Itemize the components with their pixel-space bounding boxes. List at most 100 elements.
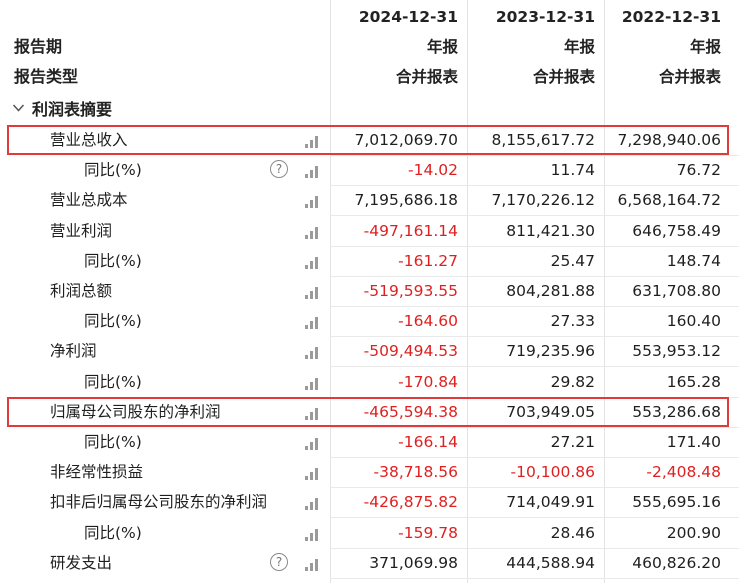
bar-chart-icon-bar xyxy=(305,174,308,178)
row-value: -161.27 xyxy=(398,252,458,270)
bar-chart-icon-bar xyxy=(310,261,313,269)
table-row[interactable]: 营业利润 -497,161.14 811,421.30 646,758.49 xyxy=(0,216,739,246)
row-label: 同比(%) xyxy=(84,373,142,391)
table-row[interactable]: 同比(%) -161.27 25.47 148.74 xyxy=(0,246,739,276)
bar-chart-icon-bar xyxy=(305,446,308,450)
bar-chart-icon-bar xyxy=(310,382,313,390)
highlight-box xyxy=(7,397,729,427)
row-value: 553,953.12 xyxy=(632,342,721,360)
header-date: 2024-12-31 xyxy=(358,8,458,26)
bar-chart-icon[interactable] xyxy=(305,557,321,571)
bar-chart-icon-bar xyxy=(305,506,308,510)
row-value: 631,708.80 xyxy=(632,282,721,300)
row-value: 165.28 xyxy=(666,373,721,391)
row-label: 同比(%) xyxy=(84,161,142,179)
bar-chart-icon-bar xyxy=(310,231,313,239)
bar-chart-icon[interactable] xyxy=(305,255,321,269)
row-value: 7,195,686.18 xyxy=(354,191,458,209)
bar-chart-icon-bar xyxy=(310,351,313,359)
row-value: 28.46 xyxy=(550,524,595,542)
bar-chart-icon-bar xyxy=(305,235,308,239)
bar-chart-icon-bar xyxy=(305,355,308,359)
help-icon[interactable]: ? xyxy=(270,553,288,571)
bar-chart-icon-bar xyxy=(315,529,318,541)
table-row[interactable]: 非经常性损益 -38,718.56 -10,100.86 -2,408.48 xyxy=(0,457,739,487)
bar-chart-icon[interactable] xyxy=(305,376,321,390)
row-label: 非经常性损益 xyxy=(50,463,144,481)
table-row[interactable]: 同比(%) -166.14 27.21 171.40 xyxy=(0,427,739,457)
bar-chart-icon[interactable] xyxy=(305,496,321,510)
row-value: 27.21 xyxy=(550,433,595,451)
chevron-down-icon[interactable] xyxy=(12,103,25,113)
bar-chart-icon-bar xyxy=(305,204,308,208)
table-row[interactable]: 同比(%) -159.78 28.46 200.90 xyxy=(0,518,739,548)
bar-chart-icon[interactable] xyxy=(305,225,321,239)
report-period: 年报 xyxy=(689,38,721,56)
header-type-row: 报告类型 合并报表 合并报表 合并报表 xyxy=(0,62,739,92)
row-value: -497,161.14 xyxy=(363,222,458,240)
bar-chart-icon-bar xyxy=(305,325,308,329)
bar-chart-icon[interactable] xyxy=(305,436,321,450)
header-date: 2022-12-31 xyxy=(621,8,721,26)
bar-chart-icon[interactable] xyxy=(305,285,321,299)
row-label: 同比(%) xyxy=(84,312,142,330)
table-row[interactable]: 同比(%) -170.84 29.82 165.28 xyxy=(0,367,739,397)
row-value: 76.72 xyxy=(676,161,721,179)
bar-chart-icon[interactable] xyxy=(305,194,321,208)
bar-chart-icon[interactable] xyxy=(305,315,321,329)
row-value: 444,588.94 xyxy=(506,554,595,572)
bar-chart-icon-bar xyxy=(305,476,308,480)
table-row[interactable]: 同比(%) -164.60 27.33 160.40 xyxy=(0,306,739,336)
bar-chart-icon[interactable] xyxy=(305,527,321,541)
help-icon[interactable]: ? xyxy=(270,160,288,178)
bar-chart-icon-bar xyxy=(310,533,313,541)
row-value: 160.40 xyxy=(666,312,721,330)
row-label: 同比(%) xyxy=(84,252,142,270)
bar-chart-icon[interactable] xyxy=(305,164,321,178)
row-value: -159.78 xyxy=(398,524,458,542)
section-title: 利润表摘要 xyxy=(32,100,113,119)
report-type: 合并报表 xyxy=(658,68,721,86)
report-period-label: 报告期 xyxy=(14,37,63,56)
table-row[interactable]: 利润总额 -519,593.55 804,281.88 631,708.80 xyxy=(0,276,739,306)
bar-chart-icon-bar xyxy=(315,347,318,359)
row-label: 营业总成本 xyxy=(50,191,128,209)
table-row[interactable]: 同比(%)? -14.02 11.74 76.72 xyxy=(0,155,739,185)
bar-chart-icon-bar xyxy=(315,317,318,329)
report-type: 合并报表 xyxy=(532,68,595,86)
bar-chart-icon-bar xyxy=(305,295,308,299)
row-value: -164.60 xyxy=(398,312,458,330)
row-label: 同比(%) xyxy=(84,524,142,542)
row-value: 804,281.88 xyxy=(506,282,595,300)
row-value: -170.84 xyxy=(398,373,458,391)
row-value: 719,235.96 xyxy=(506,342,595,360)
bar-chart-icon-bar xyxy=(315,468,318,480)
row-value: -166.14 xyxy=(398,433,458,451)
bar-chart-icon-bar xyxy=(310,170,313,178)
bar-chart-icon-bar xyxy=(305,567,308,571)
table-row[interactable]: 净利润 -509,494.53 719,235.96 553,953.12 xyxy=(0,336,739,366)
bar-chart-icon-bar xyxy=(315,438,318,450)
section-header[interactable]: 利润表摘要 xyxy=(0,95,739,125)
bar-chart-icon[interactable] xyxy=(305,345,321,359)
bar-chart-icon-bar xyxy=(305,537,308,541)
header-date: 2023-12-31 xyxy=(495,8,595,26)
report-type-label: 报告类型 xyxy=(14,67,79,86)
header-date-row: 2024-12-31 2023-12-31 2022-12-31 xyxy=(0,2,739,32)
row-value: -2,408.48 xyxy=(646,463,721,481)
bar-chart-icon-bar xyxy=(305,265,308,269)
bar-chart-icon-bar xyxy=(315,166,318,178)
bar-chart-icon-bar xyxy=(315,287,318,299)
bar-chart-icon-bar xyxy=(310,200,313,208)
row-value: 11.74 xyxy=(550,161,595,179)
table-row[interactable]: 研发支出? 371,069.98 444,588.94 460,826.20 xyxy=(0,548,739,578)
row-value: 460,826.20 xyxy=(632,554,721,572)
table-row[interactable]: 营业总成本 7,195,686.18 7,170,226.12 6,568,164.7… xyxy=(0,185,739,215)
bar-chart-icon-bar xyxy=(310,502,313,510)
row-value: -519,593.55 xyxy=(363,282,458,300)
table-row[interactable]: 扣非后归属母公司股东的净利润 -426,875.82 714,049.91 555,6… xyxy=(0,487,739,517)
bar-chart-icon[interactable] xyxy=(305,466,321,480)
row-value: 714,049.91 xyxy=(506,493,595,511)
bar-chart-icon-bar xyxy=(310,321,313,329)
row-value: 7,170,226.12 xyxy=(491,191,595,209)
